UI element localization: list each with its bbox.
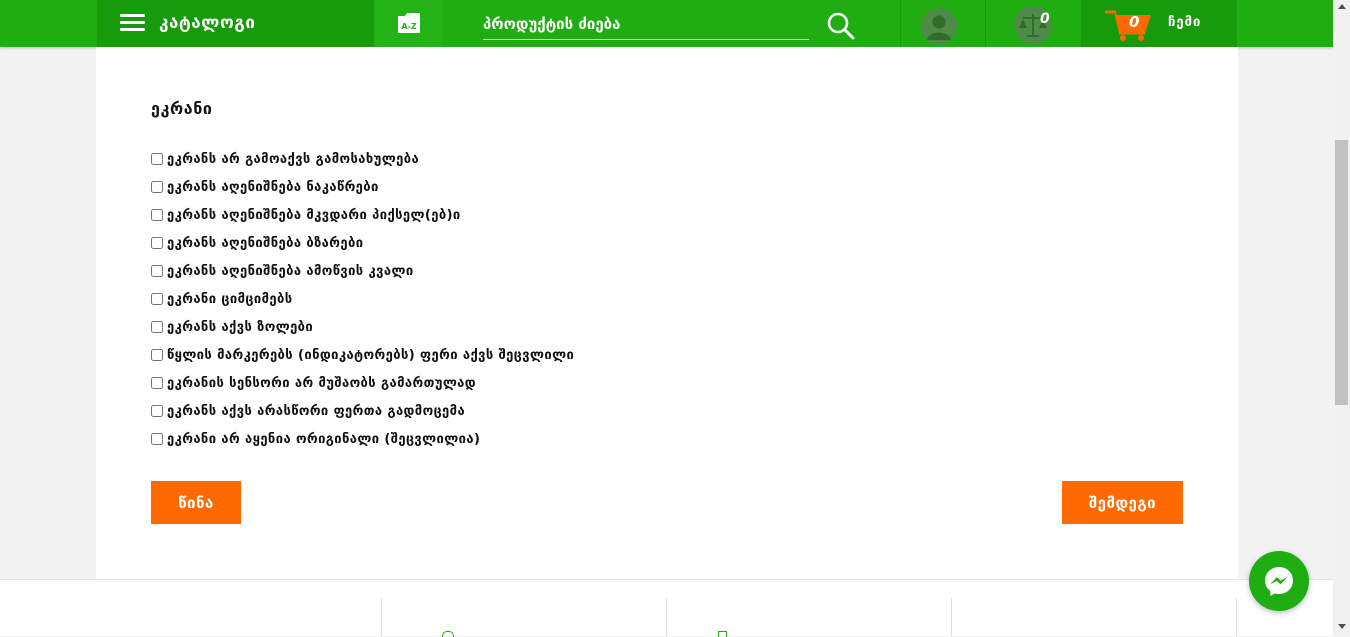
next-button[interactable]: შემდეგი: [1062, 481, 1183, 524]
list-item: ეკრანს არ გამოაქვს გამოსახულება: [151, 145, 574, 173]
cart-label: ჩემი: [1168, 15, 1202, 30]
cart-button[interactable]: 0 ჩემი: [1081, 0, 1237, 47]
search-input[interactable]: [483, 9, 809, 40]
option-checkbox[interactable]: [151, 405, 163, 417]
option-label[interactable]: ეკრანს აღენიშნება ბზარები: [167, 236, 363, 251]
scrollbar-thumb[interactable]: [1335, 140, 1348, 405]
list-item: წყლის მარკერებს (ინდიკატორებს) ფერი აქვს…: [151, 341, 574, 369]
compare-count-badge: 0: [1040, 11, 1050, 27]
catalog-label: კატალოგი: [159, 13, 256, 33]
messenger-icon: [1265, 567, 1293, 596]
option-label[interactable]: ეკრანს აქვს ზოლები: [167, 320, 313, 335]
option-label[interactable]: ეკრანს აღენიშნება მკვდარი პიქსელ(ებ)ი: [167, 208, 461, 223]
hamburger-icon[interactable]: [120, 14, 145, 32]
option-checkbox[interactable]: [151, 377, 163, 389]
header-divider: [985, 0, 986, 47]
option-label[interactable]: ეკრანს არ გამოაქვს გამოსახულება: [167, 152, 419, 167]
option-checkbox[interactable]: [151, 293, 163, 305]
scroll-up-arrow-icon[interactable]: [1338, 4, 1346, 9]
footer: [0, 579, 1333, 637]
option-label[interactable]: ეკრანი არ აყენია ორიგინალი (შეცვლილია): [167, 432, 480, 447]
previous-button[interactable]: წინა: [151, 481, 241, 524]
scroll-down-arrow-icon[interactable]: [1338, 624, 1346, 629]
option-label[interactable]: ეკრანს აქვს არასწორი ფერთა გადმოცემა: [167, 404, 465, 419]
cart-count-badge: 0: [1129, 13, 1140, 31]
list-item: ეკრანი არ აყენია ორიგინალი (შეცვლილია): [151, 425, 574, 453]
option-checkbox[interactable]: [151, 181, 163, 193]
list-item: ეკრანს აღენიშნება ბზარები: [151, 229, 574, 257]
messenger-chat-button[interactable]: [1249, 551, 1309, 611]
option-label[interactable]: წყლის მარკერებს (ინდიკატორებს) ფერი აქვს…: [167, 348, 574, 363]
option-checkbox[interactable]: [151, 153, 163, 165]
az-index-button[interactable]: A-Z: [375, 0, 443, 47]
catalog-menu-button[interactable]: კატალოგი: [97, 0, 374, 47]
az-icon[interactable]: A-Z: [396, 12, 422, 34]
list-item: ეკრანს აღენიშნება მკვდარი პიქსელ(ებ)ი: [151, 201, 574, 229]
option-checkbox[interactable]: [151, 321, 163, 333]
list-item: ეკრანს აქვს ზოლები: [151, 313, 574, 341]
option-label[interactable]: ეკრანს აღენიშნება ნაკაწრები: [167, 180, 379, 195]
defect-options-list: ეკრანს არ გამოაქვს გამოსახულება ეკრანს ა…: [151, 145, 574, 453]
option-label[interactable]: ეკრანს აღენიშნება ამოწვის კვალი: [167, 264, 414, 279]
main-card: ეკრანი ეკრანს არ გამოაქვს გამოსახულება ე…: [96, 47, 1238, 579]
top-header: კატალოგი A-Z 0: [0, 0, 1333, 47]
option-label[interactable]: ეკრანის სენსორი არ მუშაობს გამართულად: [167, 376, 476, 391]
option-checkbox[interactable]: [151, 433, 163, 445]
list-item: ეკრანს აღენიშნება ამოწვის კვალი: [151, 257, 574, 285]
search-icon[interactable]: [826, 11, 856, 41]
option-checkbox[interactable]: [151, 237, 163, 249]
list-item: ეკრანს აქვს არასწორი ფერთა გადმოცემა: [151, 397, 574, 425]
option-checkbox[interactable]: [151, 209, 163, 221]
header-divider: [900, 0, 901, 47]
list-item: ეკრანს აღენიშნება ნაკაწრები: [151, 173, 574, 201]
footer-feature-icon: [442, 631, 454, 637]
az-label: A-Z: [401, 22, 417, 31]
footer-divider: [666, 598, 667, 636]
section-title: ეკრანი: [151, 99, 213, 118]
footer-divider: [381, 598, 382, 636]
option-label[interactable]: ეკრანი ციმციმებს: [167, 292, 293, 307]
footer-feature-icon: [718, 631, 727, 637]
footer-divider: [1236, 598, 1237, 636]
option-checkbox[interactable]: [151, 349, 163, 361]
option-checkbox[interactable]: [151, 265, 163, 277]
list-item: ეკრანი ციმციმებს: [151, 285, 574, 313]
list-item: ეკრანის სენსორი არ მუშაობს გამართულად: [151, 369, 574, 397]
user-avatar-icon[interactable]: [921, 8, 957, 44]
footer-divider: [951, 598, 952, 636]
